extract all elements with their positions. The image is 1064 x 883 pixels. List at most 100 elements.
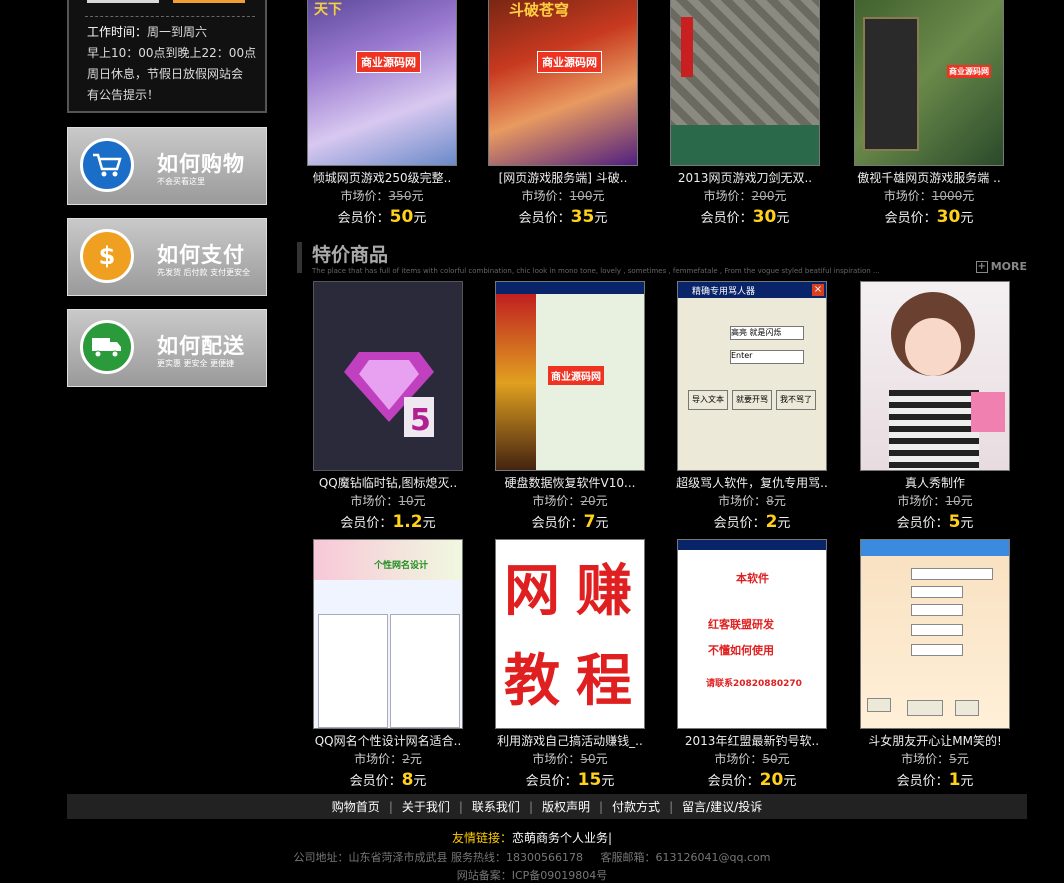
product-card[interactable]: 个性网名设计 QQ网名个性设计网名适合.. 市场价：2元 会员价：8元	[299, 539, 477, 792]
hours-line3: 周日休息，节假日放假网站会	[87, 67, 244, 81]
how-to-pay-button[interactable]: $ 如何支付 先发货 后付款 支付更安全	[67, 218, 267, 296]
game-scene	[671, 125, 819, 165]
window-titlebar	[861, 540, 1009, 556]
close-icon: ×	[812, 284, 824, 296]
mini-button	[955, 700, 979, 716]
footer-link-home[interactable]: 购物首页	[323, 798, 389, 815]
product-image[interactable]: 个性网名设计	[313, 539, 463, 729]
email-text: 客服邮箱：613126041@qq.com	[600, 851, 771, 864]
photo-shirt	[889, 390, 979, 470]
footer-link-payment[interactable]: 付款方式	[603, 798, 669, 815]
market-price: 市场价：5元	[901, 752, 969, 766]
product-name[interactable]: QQ网名个性设计网名适合..	[299, 732, 477, 750]
photo-face	[905, 318, 961, 376]
product-image[interactable]: 网 赚 教 程	[495, 539, 645, 729]
hours-line4: 有公告提示！	[87, 88, 160, 102]
product-image[interactable]: 商业源码网	[854, 0, 1004, 166]
how-to-ship-title: 如何配送	[157, 334, 245, 358]
footer-nav: 购物首页 | 关于我们 | 联系我们 | 版权声明 | 付款方式 | 留言/建议/投诉	[67, 794, 1027, 819]
how-to-buy-button[interactable]: 如何购物 不会买看这里	[67, 127, 267, 205]
how-to-buy-title: 如何购物	[157, 152, 245, 176]
section-bar	[297, 242, 302, 273]
company-address: 公司地址：山东省菏泽市成武县 服务热线：18300566178 客服邮箱：613…	[0, 849, 1064, 865]
product-card[interactable]: 商业源码网 硬盘数据恢复软件V10... 市场价：20元 会员价：7元	[481, 281, 659, 534]
import-text-button: 导入文本	[688, 390, 728, 410]
product-name[interactable]: 2013年红盟最新钓号软..	[663, 732, 841, 750]
product-card[interactable]: 5 QQ魔钻临时钻,图标熄灭.. 市场价：10元 会员价：1.2元	[299, 281, 477, 534]
hours-tabs	[87, 0, 247, 3]
watermark: 商业源码网	[947, 65, 991, 78]
product-card[interactable]: 商业源码网 傲视千雄网页游戏服务端 .. 市场价：1000元 会员价：30元	[840, 0, 1018, 229]
hours-tab-left[interactable]	[87, 0, 159, 3]
big-char: 程	[576, 648, 632, 714]
product-name[interactable]: 利用游戏自己搞活动赚钱_..	[481, 732, 659, 750]
footer-link-contact[interactable]: 联系我们	[463, 798, 529, 815]
product-name[interactable]: 真人秀制作	[846, 474, 1024, 492]
market-price: 市场价：1000元	[883, 189, 975, 203]
product-card[interactable]: 真人秀制作 市场价：10元 会员价：5元	[846, 281, 1024, 534]
product-image[interactable]	[670, 0, 820, 166]
product-name[interactable]: 傲视千雄网页游戏服务端 ..	[840, 169, 1018, 187]
stop-button: 我不骂了	[776, 390, 816, 410]
member-price: 会员价：15元	[525, 770, 615, 790]
product-card[interactable]: 斗破苍穹 商业源码网 [网页游戏服务端] 斗破.. 市场价：100元 会员价：3…	[474, 0, 652, 229]
product-image[interactable]: 天下 商业源码网	[307, 0, 457, 166]
footer-link-feedback[interactable]: 留言/建议/投诉	[673, 798, 771, 815]
market-price: 市场价：100元	[521, 189, 605, 203]
big-char: 教	[504, 648, 560, 714]
member-price: 会员价：30元	[884, 207, 974, 227]
hours-line1: 周一到周六	[147, 25, 208, 39]
product-name[interactable]: 斗女朋友开心让MM笑的!	[846, 732, 1024, 750]
product-card[interactable]: 2013网页游戏刀剑无双.. 市场价：200元 会员价：30元	[656, 0, 834, 229]
watermark: 商业源码网	[548, 366, 604, 385]
product-card[interactable]: 网 赚 教 程 利用游戏自己搞活动赚钱_.. 市场价：50元 会员价：15元	[481, 539, 659, 792]
product-name[interactable]: 2013网页游戏刀剑无双..	[656, 169, 834, 187]
member-price: 会员价：35元	[518, 207, 608, 227]
footer-link-about[interactable]: 关于我们	[393, 798, 459, 815]
friend-links-label: 友情链接：	[451, 831, 512, 845]
friend-link-separator: |	[607, 831, 613, 845]
market-price: 市场价：10元	[350, 494, 426, 508]
name-list-left	[318, 614, 388, 728]
member-price: 会员价：50元	[337, 207, 427, 227]
product-image[interactable]: 商业源码网	[495, 281, 645, 471]
product-image[interactable]	[860, 539, 1010, 729]
product-name[interactable]: 超级骂人软件，复仇专用骂..	[663, 474, 841, 492]
hours-tab-right[interactable]	[173, 0, 245, 3]
product-name[interactable]: 倾城网页游戏250级完整..	[293, 169, 471, 187]
friend-link[interactable]: 恋萌商务个人业务	[512, 831, 608, 845]
app-header: 个性网名设计	[374, 561, 429, 571]
more-label: MORE	[990, 260, 1027, 273]
product-card[interactable]: 精确专用骂人器 × 高亮 就是闪烁 Enter 导入文本 就要开骂 我不骂了 超…	[663, 281, 841, 534]
speed-select: 高亮 就是闪烁	[730, 326, 804, 340]
market-price: 市场价：200元	[703, 189, 787, 203]
input-field	[911, 568, 993, 580]
thumb-game-title: 天下	[314, 2, 342, 18]
watermark: 商业源码网	[537, 51, 602, 73]
product-card[interactable]: 斗女朋友开心让MM笑的! 市场价：5元 会员价：1元	[846, 539, 1024, 792]
product-image[interactable]: 精确专用骂人器 × 高亮 就是闪烁 Enter 导入文本 就要开骂 我不骂了	[677, 281, 827, 471]
shopping-cart-icon	[80, 138, 134, 192]
product-card[interactable]: 本软件 红客联盟研发 不懂如何使用 请联系20820880270 2013年红盟…	[663, 539, 841, 792]
product-name[interactable]: 硬盘数据恢复软件V10...	[481, 474, 659, 492]
more-link[interactable]: + MORE	[975, 260, 1027, 273]
market-price: 市场价：20元	[532, 494, 608, 508]
member-price: 会员价：20元	[707, 770, 797, 790]
mini-button	[907, 700, 943, 716]
product-image[interactable]: 5	[313, 281, 463, 471]
product-card[interactable]: 天下 商业源码网 倾城网页游戏250级完整.. 市场价：350元 会员价：50元	[293, 0, 471, 229]
address-text: 公司地址：山东省菏泽市成武县 服务热线：18300566178	[293, 851, 584, 864]
market-price: 市场价：350元	[340, 189, 424, 203]
product-name[interactable]: [网页游戏服务端] 斗破..	[474, 169, 652, 187]
footer-link-copyright[interactable]: 版权声明	[533, 798, 599, 815]
product-image[interactable]: 本软件 红客联盟研发 不懂如何使用 请联系20820880270	[677, 539, 827, 729]
how-to-ship-button[interactable]: 如何配送 更实惠 更安全 更便捷	[67, 309, 267, 387]
product-image[interactable]	[860, 281, 1010, 471]
big-char: 赚	[576, 558, 632, 624]
svg-text:5: 5	[410, 403, 431, 438]
product-name[interactable]: QQ魔钻临时钻,图标熄灭..	[299, 474, 477, 492]
product-image[interactable]: 斗破苍穹 商业源码网	[488, 0, 638, 166]
how-to-pay-title: 如何支付	[157, 243, 245, 267]
window-titlebar	[678, 540, 826, 550]
game-panel	[863, 17, 919, 151]
